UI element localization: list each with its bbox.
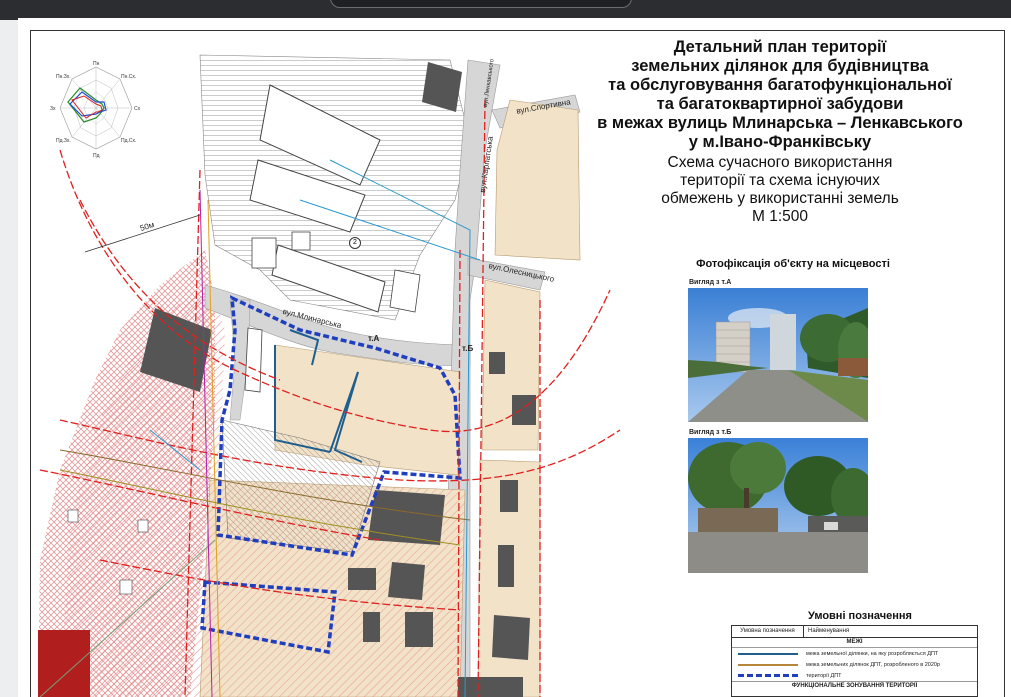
legend-symbol-dashed-line <box>732 674 803 677</box>
building-dark-s1 <box>348 568 376 590</box>
wind-rose-label-n: Пн <box>93 61 100 67</box>
legend-label-3: території ДПТ <box>806 672 842 679</box>
building-dark-s2 <box>388 562 425 600</box>
subtitle-line-2: території та схема існуючих <box>680 172 880 189</box>
building-small-w1 <box>67 509 79 523</box>
title-line-5: в межах вулиць Млинарська – Ленкавського <box>597 114 963 132</box>
building-small-3 <box>389 269 421 313</box>
legend-symbol-solid-line <box>732 652 803 655</box>
legend-header-row: Умовна позначення Найменування <box>732 626 977 638</box>
subtitle-line-1: Схема сучасного використання <box>667 154 893 171</box>
dimension-line-50m <box>84 214 201 253</box>
building-small-w3 <box>119 579 133 595</box>
title-line-6: у м.Івано-Франківську <box>688 133 872 151</box>
wind-rose-label-w: Зх <box>50 106 56 112</box>
photo-caption-b: Вигляд з т.Б <box>689 429 732 436</box>
point-label-a: т.А <box>368 334 380 343</box>
building-small-1 <box>251 237 277 269</box>
wind-rose-label-s: Пд <box>93 153 100 159</box>
zone-number-label: 2 <box>349 237 361 249</box>
photo-caption-a: Вигляд з т.А <box>689 279 732 286</box>
building-dark-s3 <box>363 612 380 642</box>
building-light-west <box>244 327 263 393</box>
photo-view-b <box>688 438 868 573</box>
title-line-1: Детальний план території <box>673 38 887 56</box>
building-dark-s4 <box>405 612 433 647</box>
wind-rose-label-se: Пд.Сх. <box>121 138 136 144</box>
wind-rose-label-ne: Пн.Сх. <box>121 74 136 80</box>
title-line-3: та обслуговування багатофункціональної <box>608 76 952 94</box>
subtitle-line-3: обмежень у використанні земель <box>661 190 899 207</box>
legend-label-1: межа земельної ділянки, на яку розробляє… <box>806 650 939 657</box>
building-red-sw <box>38 630 90 697</box>
title-line-2: земельних ділянок для будівництва <box>631 57 929 75</box>
legend-symbol-brown-line <box>732 663 803 666</box>
building-dark-e5 <box>458 677 523 697</box>
wind-rose-label-e: Сх <box>134 106 141 112</box>
building-small-w2 <box>137 519 149 533</box>
legend-group-zoning: ФУНКЦІОНАЛЬНЕ ЗОНУВАННЯ ТЕРИТОРІЇ <box>732 681 977 690</box>
legend-group-bounds: МЕЖІ <box>732 638 977 648</box>
wind-rose-label-sw: Пд.Зх. <box>56 138 71 144</box>
building-dark-e1 <box>500 480 518 512</box>
legend-col-symbol: Умовна позначення <box>732 626 804 637</box>
legend-title: Умовні позначення <box>808 610 912 622</box>
building-dark-e4 <box>489 352 505 374</box>
legend-label-2: межа земельних ділянок ДПТ, розробленого… <box>806 661 940 668</box>
wind-rose-label-nw: Пн.Зх. <box>56 74 71 80</box>
subtitle-line-4: М 1:500 <box>751 208 808 225</box>
photo-heading: Фотофіксація об'єкту на місцевості <box>696 258 890 270</box>
legend-row-2020-boundary: межа земельних ділянок ДПТ, розробленого… <box>732 659 977 670</box>
photo-view-a <box>688 288 868 422</box>
title-line-4: та багатоквартирної забудови <box>656 95 904 113</box>
title-block: Детальний план території земельних ділян… <box>560 38 1000 226</box>
point-label-b: т.Б <box>462 344 474 353</box>
legend-row-plot-boundary: межа земельної ділянки, на яку розробляє… <box>732 648 977 659</box>
legend-table: Умовна позначення Найменування МЕЖІ межа… <box>731 625 978 697</box>
building-small-2 <box>291 231 311 251</box>
legend-row-dpt: території ДПТ <box>732 670 977 681</box>
building-dark-se <box>492 615 530 660</box>
building-dark-e2 <box>498 545 514 587</box>
building-dark-e3 <box>512 395 536 425</box>
legend-col-name: Найменування <box>808 628 850 634</box>
